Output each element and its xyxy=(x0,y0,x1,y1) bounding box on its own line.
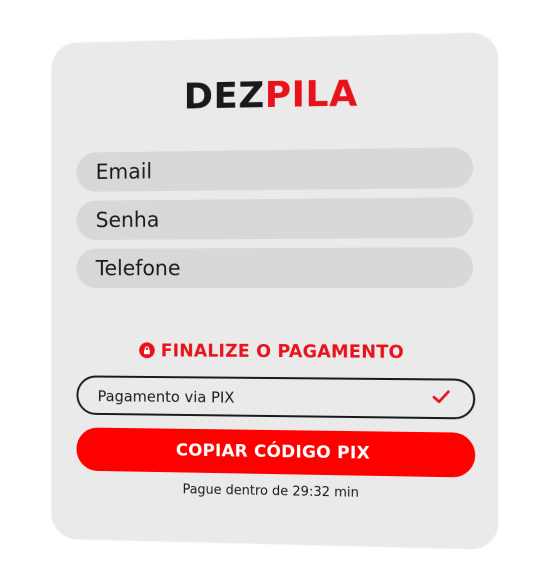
logo-text-dez: DEZ xyxy=(184,75,265,117)
pix-payment-label: Pagamento via PIX xyxy=(98,387,235,406)
finalize-payment-heading: FINALIZE O PAGAMENTO xyxy=(52,341,499,364)
finalize-payment-text: FINALIZE O PAGAMENTO xyxy=(161,341,404,362)
login-card-container: DEZPILA FINALIZE O PAGAMENTO Pagamento v… xyxy=(46,38,494,544)
login-card: DEZPILA FINALIZE O PAGAMENTO Pagamento v… xyxy=(52,32,499,549)
check-icon xyxy=(432,389,451,411)
payment-timer-text: Pague dentro de 29:32 min xyxy=(52,480,499,504)
copy-pix-code-button[interactable]: COPIAR CÓDIGO PIX xyxy=(76,427,475,477)
password-field[interactable] xyxy=(76,197,473,240)
lock-icon xyxy=(139,342,155,358)
logo-text-pila: PILA xyxy=(265,73,358,116)
brand-logo: DEZPILA xyxy=(52,73,499,117)
pix-payment-option[interactable]: Pagamento via PIX xyxy=(76,375,475,419)
email-field[interactable] xyxy=(76,147,473,192)
phone-field[interactable] xyxy=(76,247,473,288)
